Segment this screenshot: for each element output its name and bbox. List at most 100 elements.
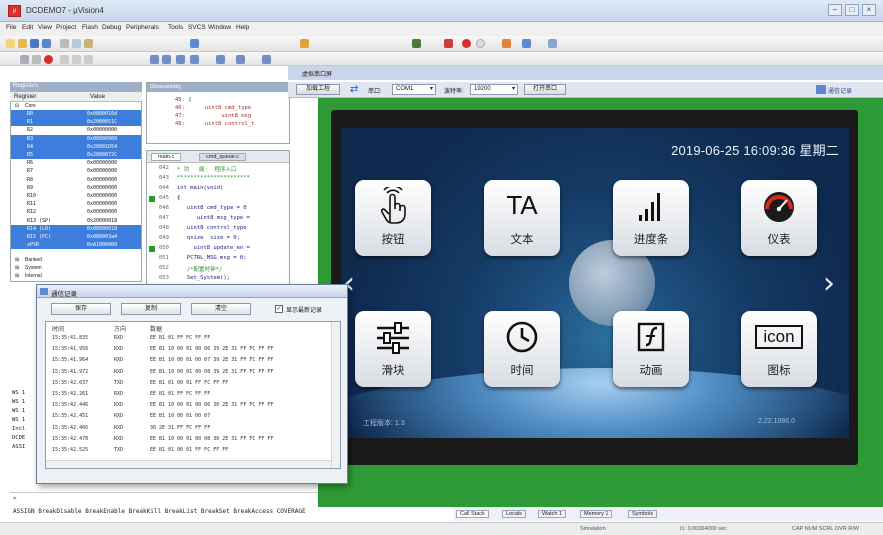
register-row[interactable]: xPSR 0xA1000000 xyxy=(11,241,141,250)
stop-icon[interactable] xyxy=(44,55,53,64)
tab-main-c[interactable]: main.c xyxy=(151,153,182,161)
register-row[interactable]: R0 0x0800016d xyxy=(11,110,141,118)
comm-log-button[interactable]: 通信记录 xyxy=(828,86,852,95)
clear-log-button[interactable]: 清空 xyxy=(191,303,251,315)
port-select[interactable]: COM1 ▾ xyxy=(392,84,436,95)
menu-edit[interactable]: Edit xyxy=(22,24,33,31)
menu-flash[interactable]: Flash xyxy=(82,24,98,31)
new-file-icon[interactable] xyxy=(6,39,15,48)
paste-icon[interactable] xyxy=(84,39,93,48)
device-screen[interactable]: 2019-06-25 16:09:36 星期二 ‹ › 按钮 TA 文本 进度条… xyxy=(341,128,849,438)
banked-group[interactable]: ⊞ Banked xyxy=(11,256,141,264)
menu-help[interactable]: Help xyxy=(236,24,249,31)
menu-project[interactable]: Project xyxy=(56,24,76,31)
disassembly-window-icon[interactable] xyxy=(162,55,171,64)
command-window-icon[interactable] xyxy=(150,55,159,64)
baud-select[interactable]: 19200 ▾ xyxy=(470,84,518,95)
register-row[interactable]: R10 0x00000000 xyxy=(11,192,141,200)
menu-debug[interactable]: Debug xyxy=(102,24,121,31)
memory-window-icon[interactable] xyxy=(236,55,245,64)
run-icon[interactable] xyxy=(32,55,41,64)
register-row[interactable]: R8 0x00000000 xyxy=(11,176,141,184)
tile-icon[interactable]: icon 图标 xyxy=(741,311,817,387)
log-row[interactable]: 15:35:42.466 RXD 30 2E 31 FF FC FF FF xyxy=(50,424,332,433)
copy-log-button[interactable]: 复制 xyxy=(121,303,181,315)
log-row[interactable]: 15:35:42.470 RXD EE B1 10 00 01 00 08 30 2… xyxy=(50,435,332,444)
log-row[interactable]: 15:35:42.525 TXD EE B1 01 00 01 FF FC FF F… xyxy=(50,446,332,455)
register-row[interactable]: R13 (SP) 0x20000818 xyxy=(11,217,141,225)
register-row[interactable]: R11 0x00000000 xyxy=(11,200,141,208)
system-group[interactable]: ⊞ System xyxy=(11,264,141,272)
save-all-icon[interactable] xyxy=(42,39,51,48)
menu-file[interactable]: File xyxy=(6,24,16,31)
copy-icon[interactable] xyxy=(72,39,81,48)
kill-breakpoints-icon[interactable] xyxy=(502,39,511,48)
internal-group[interactable]: ⊞ Internal xyxy=(11,272,141,280)
tab-watch-1[interactable]: Watch 1 xyxy=(538,510,566,518)
show-latest-checkbox[interactable]: ✓ xyxy=(275,305,283,313)
register-row[interactable]: R3 0x00000000 xyxy=(11,134,141,143)
log-vertical-scrollbar[interactable] xyxy=(331,322,340,468)
tile-gauge[interactable]: 仪表 xyxy=(741,180,817,256)
save-log-button[interactable]: 保存 xyxy=(51,303,111,315)
log-row[interactable]: 15:35:42.451 RXD EE B1 10 00 01 00 07 xyxy=(50,412,332,421)
register-row[interactable]: R6 0x00000000 xyxy=(11,159,141,167)
step-icon[interactable] xyxy=(60,55,69,64)
step-over-icon[interactable] xyxy=(72,55,81,64)
open-folder-icon[interactable] xyxy=(18,39,27,48)
log-horizontal-scrollbar[interactable] xyxy=(46,460,331,468)
close-button[interactable]: × xyxy=(862,4,876,16)
breakpoint-icon[interactable] xyxy=(462,39,471,48)
next-page-arrow[interactable]: › xyxy=(823,266,835,301)
log-row[interactable]: 15:35:41.964 RXD EE B1 10 00 01 00 07 39 2… xyxy=(50,356,332,365)
watch-window-icon[interactable] xyxy=(216,55,225,64)
bookmark-icon[interactable] xyxy=(190,39,199,48)
tile-button[interactable]: 按钮 xyxy=(355,180,431,256)
serial-window-icon[interactable] xyxy=(262,55,271,64)
log-row[interactable]: 15:35:42.446 RXD EE B1 10 00 01 00 06 30 2… xyxy=(50,401,332,410)
open-port-button[interactable]: 打开串口 xyxy=(524,84,566,95)
register-row[interactable]: R2 0x00000000 xyxy=(11,126,141,134)
options-icon[interactable] xyxy=(548,39,557,48)
save-icon[interactable] xyxy=(30,39,39,48)
log-row[interactable]: 15:35:41.835 RXD EE B1 01 FF FC FF FF xyxy=(50,334,332,343)
log-row[interactable]: 15:35:42.037 TXD EE B1 01 00 01 FF FC FF F… xyxy=(50,379,332,388)
minimize-button[interactable]: – xyxy=(828,4,842,16)
build-icon[interactable] xyxy=(300,39,309,48)
cut-icon[interactable] xyxy=(60,39,69,48)
register-row[interactable]: R5 0x2000072C xyxy=(11,151,141,159)
step-out-icon[interactable] xyxy=(84,55,93,64)
menu-view[interactable]: View xyxy=(38,24,52,31)
tab-symbols[interactable]: Symbols xyxy=(628,510,658,518)
tab-call-stack[interactable]: Call Stack xyxy=(456,510,489,518)
register-row[interactable]: R9 0x00000000 xyxy=(11,184,141,192)
menu-svcs[interactable]: SVCS xyxy=(188,24,206,31)
tab-locals[interactable]: Locals xyxy=(502,510,526,518)
window-layout-icon[interactable] xyxy=(522,39,531,48)
debug-start-icon[interactable] xyxy=(412,39,421,48)
log-row[interactable]: 15:35:42.261 RXD EE B1 01 FF FC FF FF xyxy=(50,390,332,399)
registers-window-icon[interactable] xyxy=(190,55,199,64)
log-row[interactable]: 15:35:41.972 RXD EE B1 10 00 01 00 08 39 2… xyxy=(50,368,332,377)
refresh-icon[interactable]: ⇄ xyxy=(350,84,358,95)
menu-window[interactable]: Window xyxy=(208,24,231,31)
maximize-button[interactable]: □ xyxy=(845,4,859,16)
tab-memory-1[interactable]: Memory 1 xyxy=(580,510,613,518)
tile-animation[interactable]: 动画 xyxy=(613,311,689,387)
menu-peripherals[interactable]: Peripherals xyxy=(126,24,159,31)
menu-tools[interactable]: Tools xyxy=(168,24,183,31)
breakpoint-disable-icon[interactable] xyxy=(476,39,485,48)
core-group[interactable]: ⊟ Core xyxy=(11,102,141,110)
tile-slider[interactable]: 滑块 xyxy=(355,311,431,387)
log-table[interactable]: 时间 方向 数据 15:35:41.835 RXD EE B1 01 FF FC F… xyxy=(45,321,341,469)
load-project-button[interactable]: 加载工程 xyxy=(296,84,340,95)
log-row[interactable]: 15:35:41.956 RXD EE B1 10 00 01 00 06 39 2… xyxy=(50,345,332,354)
tab-cmd-queue-c[interactable]: cmd_queue.c xyxy=(199,153,247,161)
tile-progress[interactable]: 进度条 xyxy=(613,180,689,256)
register-row[interactable]: R14 (LR) 0x08000018 xyxy=(11,224,141,233)
find-icon[interactable] xyxy=(444,39,453,48)
register-row[interactable]: R12 0x00000000 xyxy=(11,208,141,216)
register-row[interactable]: R4 0x20001D54 xyxy=(11,142,141,151)
register-row[interactable]: R15 (PC) 0x080003a4 xyxy=(11,233,141,241)
register-row[interactable]: R7 0x00000000 xyxy=(11,167,141,175)
